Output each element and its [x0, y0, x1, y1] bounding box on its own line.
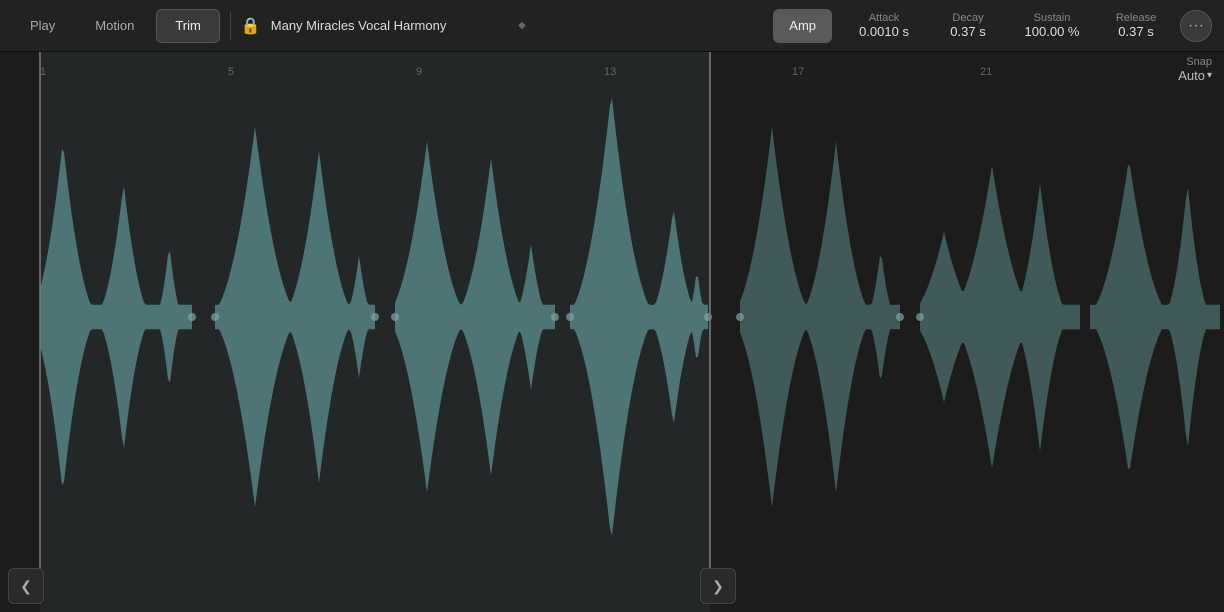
release-label: Release — [1116, 12, 1156, 24]
snap-area: Snap Auto ▾ — [1178, 56, 1212, 83]
lock-icon: 🔒 — [241, 16, 261, 36]
ruler: 1 5 9 13 17 21 — [0, 52, 1224, 82]
release-value[interactable]: 0.37 s — [1118, 24, 1153, 39]
toolbar: Play Motion Trim 🔒 Many Miracles Vocal H… — [0, 0, 1224, 52]
decay-value[interactable]: 0.37 s — [950, 24, 985, 39]
ruler-mark: 21 — [980, 66, 992, 78]
waveform-display — [0, 52, 1224, 612]
sustain-label: Sustain — [1034, 12, 1071, 24]
snap-value[interactable]: Auto ▾ — [1178, 68, 1212, 83]
diamond-icon: ◆ — [518, 20, 526, 31]
nav-left-button[interactable]: ❮ — [8, 568, 44, 604]
track-name: Many Miracles Vocal Harmony — [271, 18, 510, 33]
toolbar-divider — [230, 12, 231, 40]
snap-chevron-icon: ▾ — [1207, 70, 1212, 81]
sustain-value[interactable]: 100.00 % — [1025, 24, 1080, 39]
ruler-mark: 9 — [416, 66, 422, 78]
amp-button[interactable]: Amp — [773, 9, 832, 43]
waveform-container[interactable]: 1 5 9 13 17 21 ❮ ❯ — [0, 52, 1224, 612]
play-tab[interactable]: Play — [12, 9, 73, 43]
motion-tab[interactable]: Motion — [77, 9, 152, 43]
nav-right-button[interactable]: ❯ — [700, 568, 736, 604]
ruler-mark: 13 — [604, 66, 616, 78]
more-button[interactable]: ··· — [1180, 10, 1212, 42]
attack-param: Attack 0.0010 s — [854, 12, 914, 39]
ruler-mark: 17 — [792, 66, 804, 78]
decay-label: Decay — [952, 12, 983, 24]
trim-tab[interactable]: Trim — [156, 9, 220, 43]
attack-label: Attack — [869, 12, 900, 24]
sustain-param: Sustain 100.00 % — [1022, 12, 1082, 39]
release-param: Release 0.37 s — [1106, 12, 1166, 39]
snap-value-text: Auto — [1178, 68, 1205, 83]
snap-label: Snap — [1186, 56, 1212, 68]
ruler-mark: 1 — [40, 66, 46, 78]
ruler-mark: 5 — [228, 66, 234, 78]
decay-param: Decay 0.37 s — [938, 12, 998, 39]
attack-value[interactable]: 0.0010 s — [859, 24, 909, 39]
